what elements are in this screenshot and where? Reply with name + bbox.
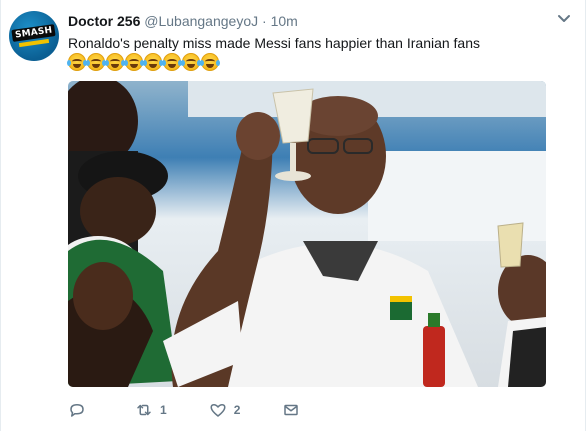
display-name[interactable]: Doctor 256 bbox=[68, 13, 140, 29]
retweet-icon bbox=[137, 404, 151, 416]
like-count: 2 bbox=[233, 403, 241, 417]
photo-image bbox=[68, 81, 546, 387]
heart-icon bbox=[210, 404, 226, 417]
tears-of-joy-emoji-icon bbox=[124, 53, 144, 71]
like-button[interactable]: 2 bbox=[209, 401, 241, 419]
tears-of-joy-emoji-icon bbox=[143, 53, 163, 71]
emoji-row bbox=[67, 53, 220, 71]
timestamp[interactable]: 10m bbox=[271, 13, 298, 29]
tweet-photo[interactable] bbox=[68, 81, 546, 387]
tears-of-joy-emoji-icon bbox=[86, 53, 106, 71]
direct-message-button[interactable] bbox=[282, 401, 300, 419]
retweet-count: 1 bbox=[160, 403, 167, 417]
tears-of-joy-emoji-icon bbox=[162, 53, 182, 71]
tears-of-joy-emoji-icon bbox=[105, 53, 125, 71]
avatar-brand-text: SMASH bbox=[11, 24, 57, 42]
tears-of-joy-emoji-icon bbox=[200, 53, 220, 71]
avatar[interactable]: SMASH bbox=[9, 11, 59, 61]
retweet-button[interactable]: 1 bbox=[135, 401, 167, 419]
chevron-down-icon[interactable] bbox=[557, 14, 571, 24]
tears-of-joy-emoji-icon bbox=[181, 53, 201, 71]
separator: · bbox=[262, 13, 267, 29]
user-handle[interactable]: @LubangangeyoJ bbox=[144, 13, 258, 29]
tweet-text: Ronaldo's penalty miss made Messi fans h… bbox=[68, 35, 481, 51]
tweet-header: Doctor 256 @LubangangeyoJ · 10m bbox=[68, 13, 298, 29]
reply-icon bbox=[70, 404, 84, 417]
envelope-icon bbox=[284, 404, 299, 416]
tweet-card[interactable]: SMASH Doctor 256 @LubangangeyoJ · 10m Ro… bbox=[0, 0, 586, 431]
reply-button[interactable] bbox=[68, 401, 93, 419]
tears-of-joy-emoji-icon bbox=[67, 53, 87, 71]
tweet-actions: 1 2 bbox=[68, 401, 342, 419]
